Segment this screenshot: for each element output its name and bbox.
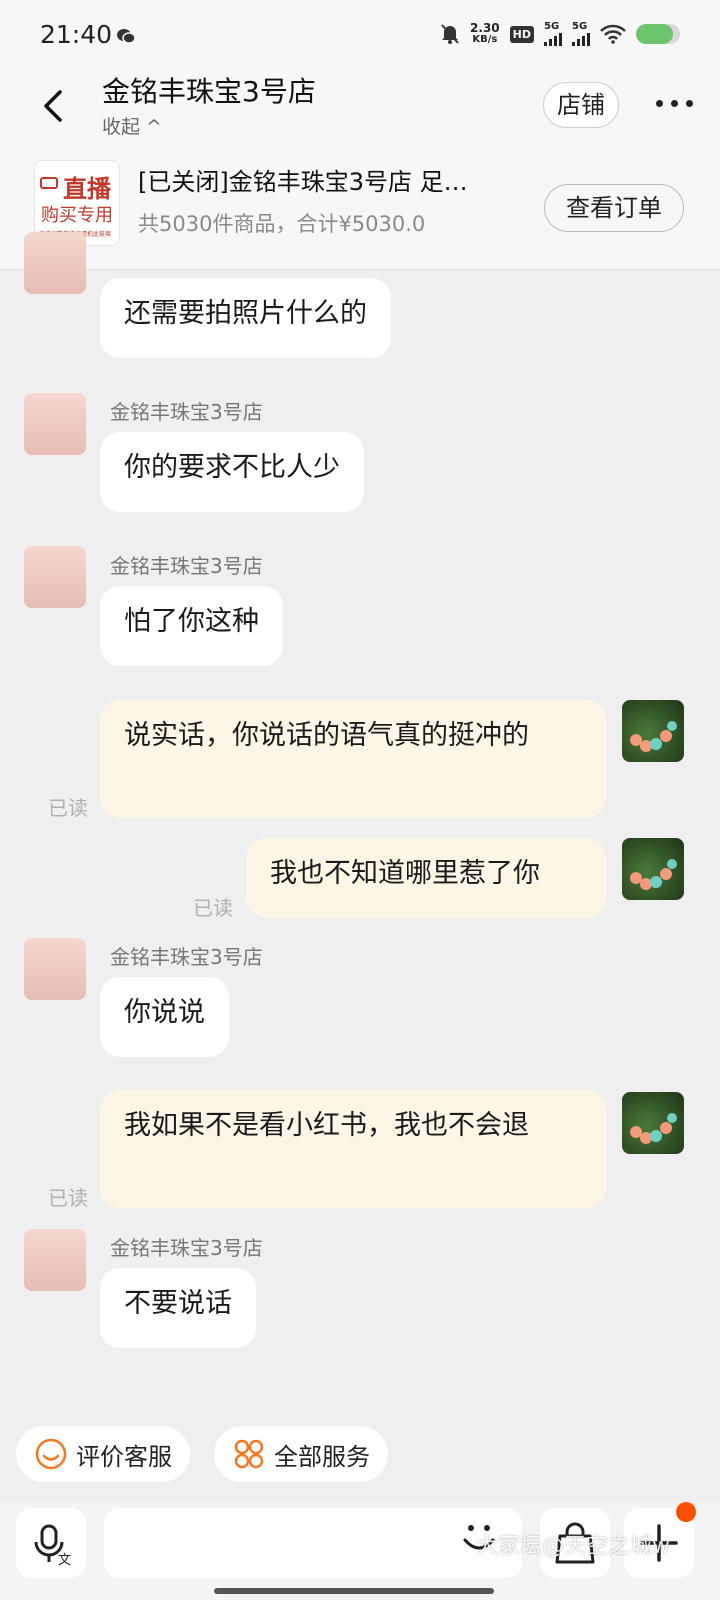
order-summary: 共5030件商品，合计¥5030.0 [138, 212, 426, 236]
hd-badge: HD [509, 25, 534, 43]
signal-sim2-icon: 5G [572, 22, 590, 46]
view-order-button[interactable]: 查看订单 [544, 184, 684, 232]
signal-sim1-icon: 5G [544, 22, 562, 46]
all-services-button[interactable]: 全部服务 [214, 1426, 388, 1482]
thumb-live-label: 直播 [63, 175, 111, 203]
user-avatar[interactable] [622, 838, 684, 900]
bracelet-image [630, 859, 677, 890]
more-dot-icon [656, 100, 663, 107]
grid-icon [234, 1439, 264, 1469]
sender-name: 金铭丰珠宝3号店 [110, 1236, 263, 1260]
home-indicator[interactable] [214, 1588, 494, 1594]
chat-header: 金铭丰珠宝3号店 收起 ^ 店铺 [0, 70, 720, 150]
watermark: 大家坛@天空之城w [476, 1534, 670, 1559]
shop-avatar[interactable] [24, 393, 86, 455]
message-bubble[interactable]: 我如果不是看小红书，我也不会退 [100, 1090, 606, 1208]
voice-to-text-button[interactable]: 文 [16, 1508, 86, 1578]
user-avatar[interactable] [622, 1092, 684, 1154]
page-title: 金铭丰珠宝3号店 [102, 75, 316, 108]
svg-text:文: 文 [58, 1553, 71, 1568]
message-bubble[interactable]: 怕了你这种 [100, 586, 283, 666]
video-camera-icon [40, 177, 58, 189]
read-receipt: 已读 [193, 896, 233, 920]
message-input[interactable] [104, 1508, 522, 1578]
message-bubble[interactable]: 不要说话 [100, 1268, 256, 1348]
back-button[interactable] [38, 88, 68, 124]
thumb-buy-label: 购买专用 [41, 205, 113, 226]
sender-name: 金铭丰珠宝3号店 [110, 400, 263, 424]
shop-avatar[interactable] [24, 546, 86, 608]
message-bubble[interactable]: 你的要求不比人少 [100, 432, 364, 512]
message-bubble[interactable]: 你说说 [100, 977, 229, 1057]
more-dot-icon [686, 100, 693, 107]
more-dot-icon [671, 100, 678, 107]
bracelet-image [630, 721, 677, 752]
read-receipt: 已读 [48, 796, 88, 820]
status-bar: 21:40 2.30 KB/s HD 5G 5G [0, 0, 720, 70]
bracelet-image [630, 1113, 677, 1144]
net-speed: 2.30 KB/s [470, 21, 500, 45]
message-bubble[interactable]: 我也不知道哪里惹了你 [246, 838, 606, 918]
order-card[interactable]: 直播 购买专用 直播间看货购买请拍此链接 [已关闭]金铭丰珠宝3号店 足… 共5… [0, 150, 720, 270]
store-button[interactable]: 店铺 [543, 82, 619, 128]
shop-avatar[interactable] [24, 938, 86, 1000]
mute-icon [441, 24, 459, 44]
shop-avatar[interactable] [24, 232, 86, 294]
more-options-button[interactable] [656, 100, 696, 110]
microphone-icon: 文 [34, 1524, 71, 1568]
notification-dot [676, 1502, 696, 1522]
rate-service-button[interactable]: 评价客服 [16, 1426, 190, 1482]
order-title: [已关闭]金铭丰珠宝3号店 足… [138, 168, 468, 196]
battery-level [636, 24, 674, 44]
sender-name: 金铭丰珠宝3号店 [110, 554, 263, 578]
wifi-icon [600, 24, 626, 44]
battery-icon [636, 24, 680, 44]
collapse-toggle[interactable]: 收起 ^ [102, 112, 162, 139]
sender-name: 金铭丰珠宝3号店 [110, 945, 263, 969]
status-time: 21:40 [40, 20, 113, 49]
wechat-icon [117, 29, 136, 44]
message-bubble[interactable]: 说实话，你说话的语气真的挺冲的 [100, 700, 606, 818]
shop-avatar[interactable] [24, 1229, 86, 1291]
read-receipt: 已读 [48, 1186, 88, 1210]
user-avatar[interactable] [622, 700, 684, 762]
message-bubble[interactable]: 还需要拍照片什么的 [100, 278, 391, 358]
smile-icon [35, 1438, 67, 1470]
